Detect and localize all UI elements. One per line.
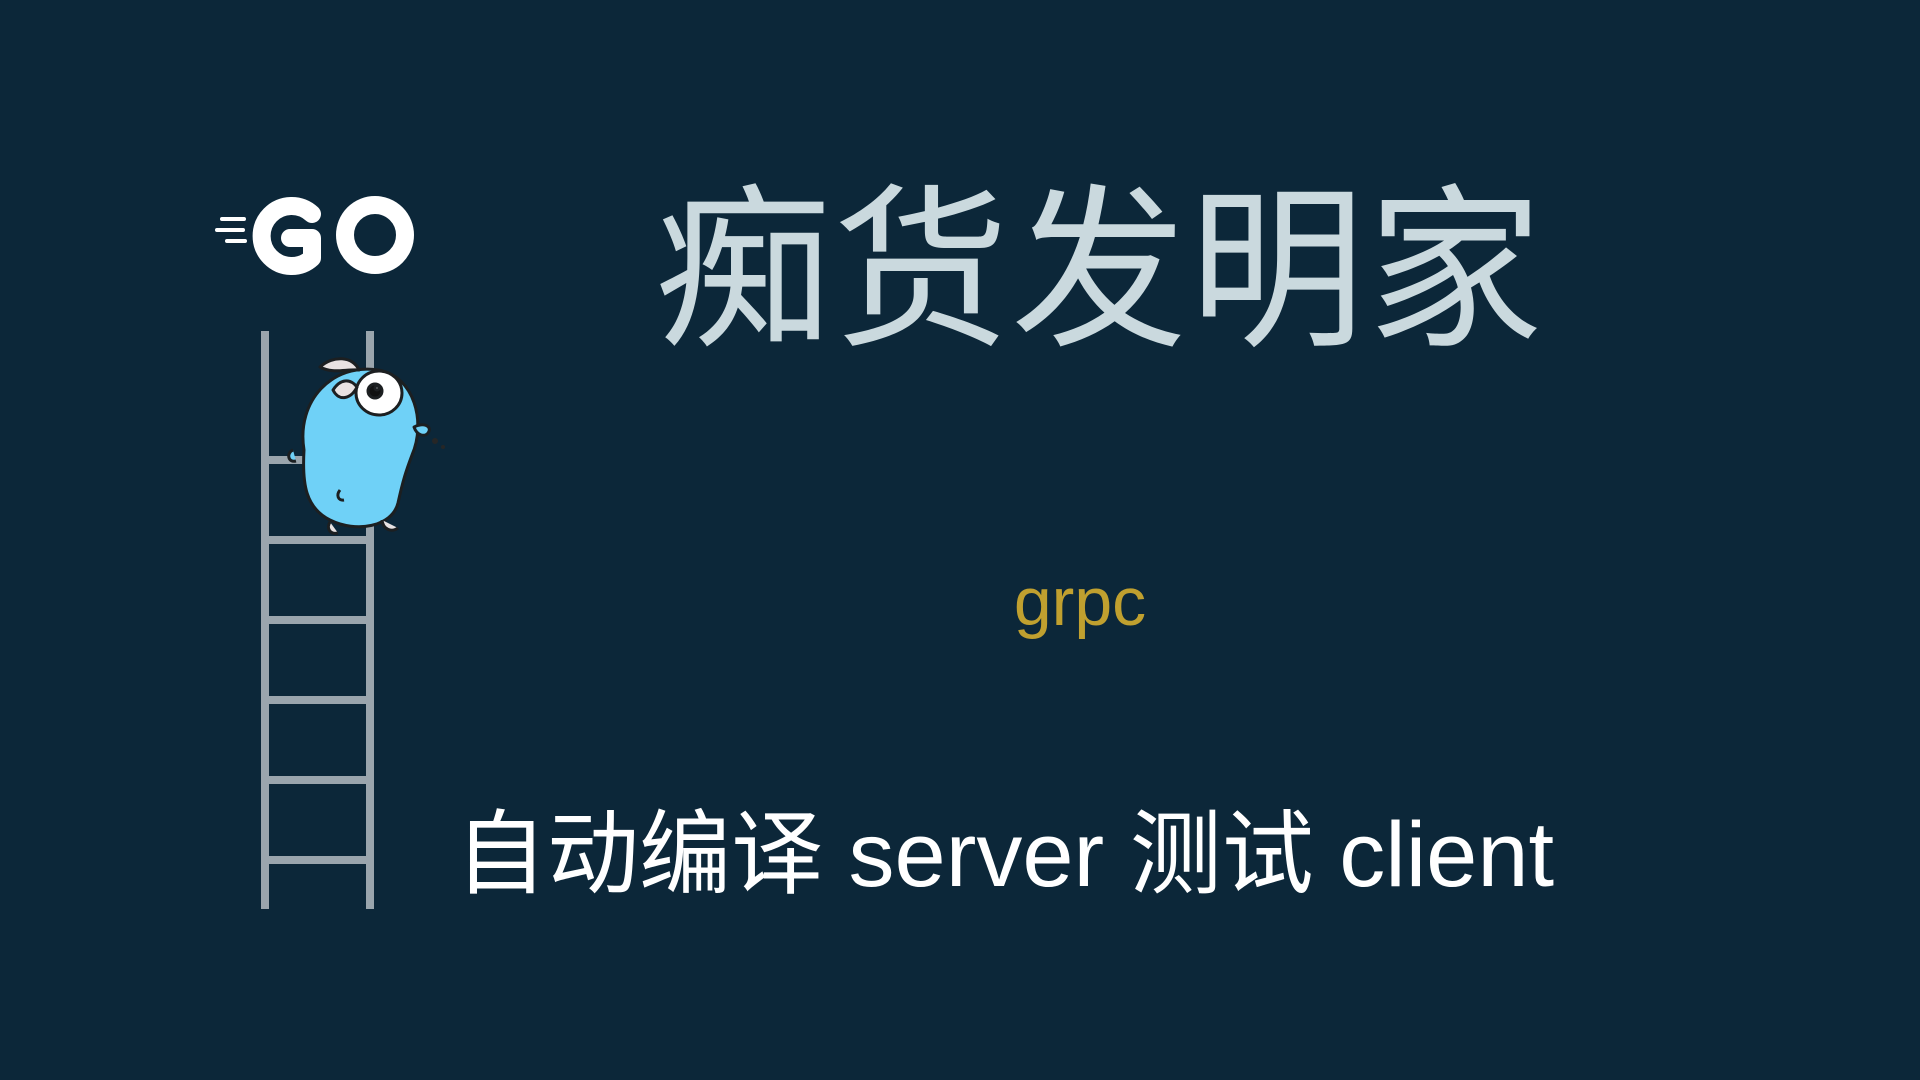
go-speed-line-2 [215, 228, 245, 232]
slide-caption: 自动编译 server 测试 client [455, 804, 1555, 906]
slide: 痴货发明家 grpc 自动编译 server 测试 client [0, 0, 1920, 1080]
go-logo-g [252, 197, 321, 275]
slide-title: 痴货发明家 [654, 169, 1545, 374]
go-logo-o [336, 196, 414, 274]
slide-subtitle: grpc [1013, 564, 1147, 640]
go-logo-icon [215, 196, 414, 275]
gopher-icon [287, 357, 445, 535]
go-speed-line-1 [220, 217, 246, 221]
go-speed-line-3 [225, 239, 247, 243]
